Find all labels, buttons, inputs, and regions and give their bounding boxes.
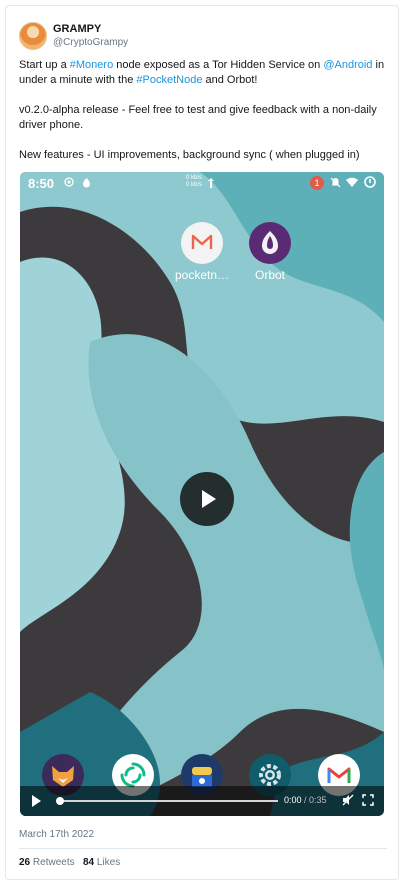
- mention-android-link[interactable]: @Android: [323, 59, 372, 71]
- wifi-icon: [346, 177, 358, 187]
- phone-clock: 8:50: [28, 176, 55, 191]
- video-play-overlay-button[interactable]: [180, 472, 234, 526]
- tweet-text: Start up a #Monero node exposed as a Tor…: [19, 58, 391, 163]
- video-time-separator: /: [301, 795, 310, 805]
- net-speed-up: 0 kb/s: [186, 175, 203, 181]
- video-player[interactable]: 8:50 0 kb/s 0 kb/s 1 pocketn… Orbot 0:00…: [20, 172, 384, 816]
- play-icon: [202, 490, 216, 508]
- fullscreen-icon[interactable]: [362, 794, 374, 806]
- tor-onion-status-icon: [83, 178, 90, 188]
- play-pause-button[interactable]: [30, 794, 42, 808]
- tweet-paragraph-1: Start up a #Monero node exposed as a Tor…: [19, 58, 391, 88]
- video-progress-knob[interactable]: [56, 797, 64, 805]
- net-speed-down: 0 kb/s: [186, 182, 203, 188]
- tweet-paragraph-2: v0.2.0-alpha release - Feel free to test…: [19, 104, 377, 131]
- retweets-count[interactable]: 26: [19, 857, 30, 868]
- hashtag-pocketnode-link[interactable]: #PocketNode: [136, 74, 202, 86]
- pocketnode-app-label[interactable]: pocketn…: [170, 268, 234, 282]
- tweet-card: GRAMPY @CryptoGrampy Start up a #Monero …: [5, 5, 399, 880]
- author-name[interactable]: GRAMPY: [53, 23, 128, 36]
- video-duration: 0:35: [309, 795, 327, 805]
- record-icon: [64, 177, 74, 187]
- phone-status-bar: 8:50 0 kb/s 0 kb/s 1: [20, 172, 384, 194]
- orbot-icon: [262, 231, 278, 254]
- orbot-app-label[interactable]: Orbot: [238, 268, 302, 282]
- hashtag-monero-link[interactable]: #Monero: [70, 59, 113, 71]
- retweets-label[interactable]: Retweets: [33, 857, 75, 868]
- data-transfer-icon: [208, 178, 214, 188]
- author-header[interactable]: GRAMPY @CryptoGrampy: [19, 20, 128, 52]
- video-time: 0:00 / 0:35: [284, 795, 327, 805]
- tweet-text-segment: Start up a: [19, 59, 70, 71]
- tweet-paragraph-3: New features - UI improvements, backgrou…: [19, 149, 360, 161]
- notifications-off-icon: [330, 177, 341, 188]
- notification-badge: 1: [310, 176, 324, 190]
- video-controls-bar: 0:00 / 0:35: [20, 786, 384, 816]
- avatar[interactable]: [19, 22, 47, 50]
- mute-icon[interactable]: [342, 794, 354, 806]
- video-progress-track[interactable]: [60, 800, 278, 802]
- power-status-icon: [364, 176, 376, 188]
- net-speed: 0 kb/s 0 kb/s: [186, 175, 202, 189]
- author-names: GRAMPY @CryptoGrampy: [53, 23, 128, 49]
- likes-label[interactable]: Likes: [97, 857, 120, 868]
- tweet-text-segment: and Orbot!: [202, 74, 258, 86]
- orbot-app-icon[interactable]: [249, 222, 291, 264]
- video-current-time: 0:00: [284, 795, 302, 805]
- tweet-text-segment: node exposed as a Tor Hidden Service on: [113, 59, 324, 71]
- likes-count[interactable]: 84: [83, 857, 94, 868]
- author-handle[interactable]: @CryptoGrampy: [53, 36, 128, 49]
- tweet-stats: 26 Retweets 84 Likes: [19, 857, 120, 868]
- pocketnode-icon: [191, 234, 213, 249]
- divider: [19, 848, 387, 849]
- pocketnode-app-icon[interactable]: [181, 222, 223, 264]
- tweet-date[interactable]: March 17th 2022: [19, 829, 94, 840]
